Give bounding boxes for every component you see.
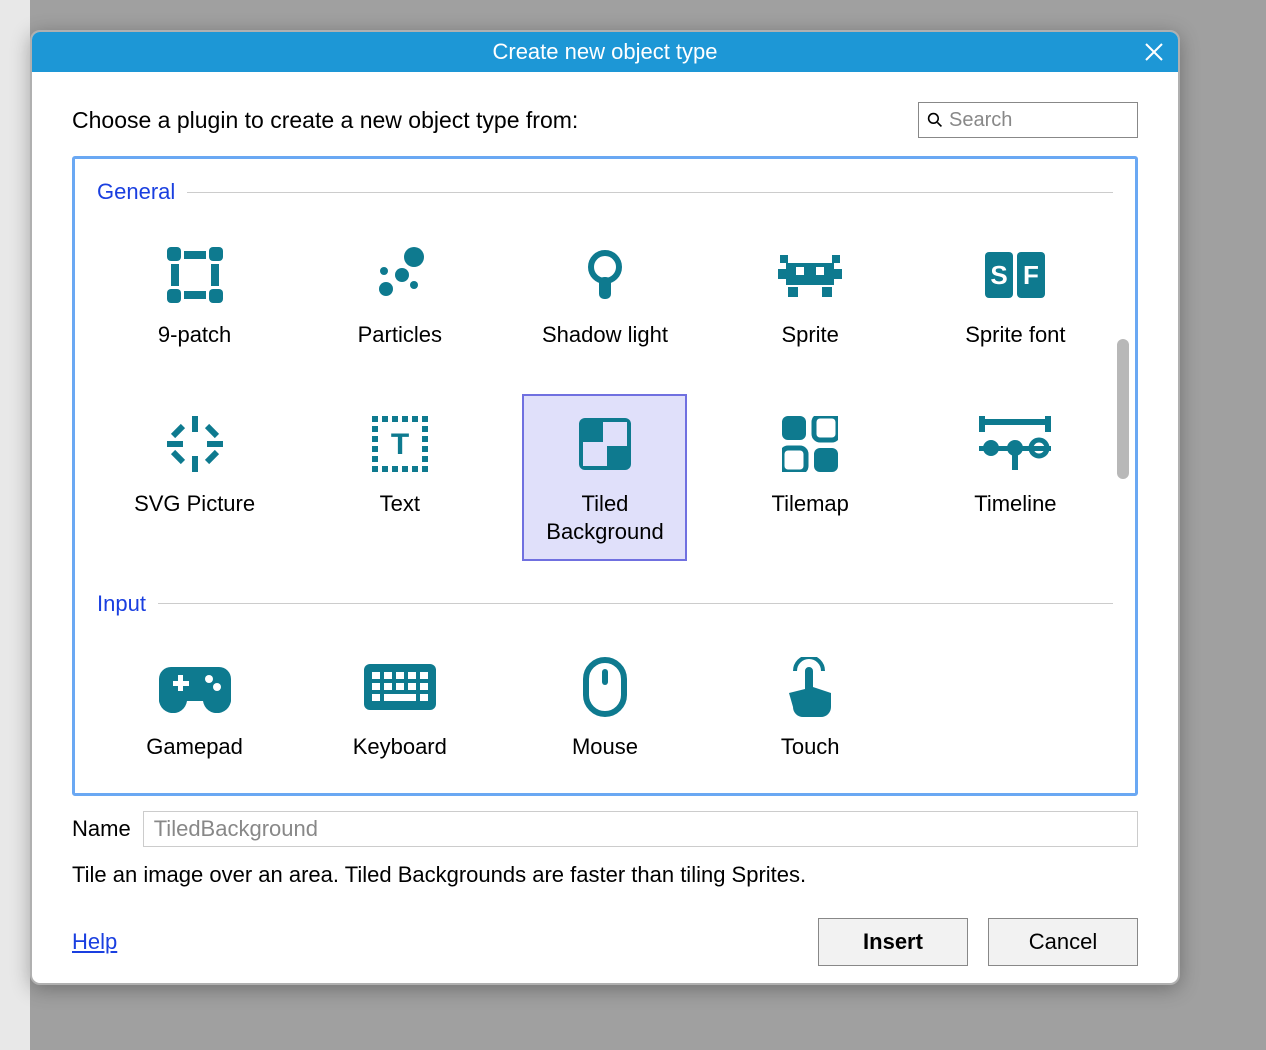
help-link[interactable]: Help (72, 929, 117, 955)
plugin-svg-picture[interactable]: SVG Picture (112, 394, 277, 561)
scrollbar[interactable] (1117, 339, 1129, 479)
plugin-description: Tile an image over an area. Tiled Backgr… (72, 862, 1138, 888)
dialog-content: Choose a plugin to create a new object t… (32, 72, 1178, 983)
search-icon (927, 111, 943, 129)
plugin-sprite[interactable]: Sprite (728, 225, 893, 364)
create-object-dialog: Create new object type Choose a plugin t… (30, 30, 1180, 985)
plugin-sprite-font[interactable]: SF Sprite font (933, 225, 1098, 364)
cancel-button[interactable]: Cancel (988, 918, 1138, 966)
shadow-light-icon (577, 247, 633, 303)
name-label: Name (72, 816, 131, 842)
dialog-title: Create new object type (492, 39, 717, 65)
insert-button[interactable]: Insert (818, 918, 968, 966)
svg-text:F: F (1023, 260, 1039, 290)
plugin-list-panel: General 9-patch Particles Shadow light (72, 156, 1138, 796)
prompt-text: Choose a plugin to create a new object t… (72, 107, 578, 134)
input-plugin-grid: Gamepad Keyboard Mouse Touch (97, 637, 1113, 776)
touch-icon (785, 657, 835, 717)
text-icon: T (372, 416, 428, 472)
sprite-icon (778, 247, 842, 303)
section-input: Input (97, 591, 1113, 617)
close-icon (1145, 43, 1163, 61)
svg-picture-icon (165, 414, 225, 474)
tilemap-icon (782, 416, 838, 472)
plugin-shadow-light[interactable]: Shadow light (522, 225, 687, 364)
sprite-font-icon: SF (985, 252, 1045, 298)
search-box[interactable] (918, 102, 1138, 138)
name-input[interactable] (143, 811, 1138, 847)
plugin-keyboard[interactable]: Keyboard (317, 637, 482, 776)
name-row: Name (72, 811, 1138, 847)
bottom-row: Help Insert Cancel (72, 918, 1138, 966)
gamepad-icon (159, 661, 231, 713)
tiled-background-icon (579, 418, 631, 470)
nine-patch-icon (167, 247, 223, 303)
plugin-mouse[interactable]: Mouse (522, 637, 687, 776)
plugin-tiled-background[interactable]: Tiled Background (522, 394, 687, 561)
timeline-icon (979, 416, 1051, 472)
plugin-9patch[interactable]: 9-patch (112, 225, 277, 364)
mouse-icon (583, 657, 627, 717)
svg-text:T: T (391, 428, 409, 461)
close-button[interactable] (1142, 40, 1166, 64)
background-strip (0, 0, 30, 1050)
dialog-titlebar: Create new object type (32, 32, 1178, 72)
search-input[interactable] (949, 109, 1129, 132)
plugin-gamepad[interactable]: Gamepad (112, 637, 277, 776)
section-general: General (97, 179, 1113, 205)
svg-text:S: S (991, 260, 1008, 290)
keyboard-icon (364, 664, 436, 710)
plugin-particles[interactable]: Particles (317, 225, 482, 364)
general-plugin-grid: 9-patch Particles Shadow light Sprite SF (97, 225, 1113, 561)
plugin-touch[interactable]: Touch (728, 637, 893, 776)
plugin-text[interactable]: T Text (317, 394, 482, 561)
plugin-timeline[interactable]: Timeline (933, 394, 1098, 561)
plugin-tilemap[interactable]: Tilemap (728, 394, 893, 561)
particles-icon (372, 247, 428, 303)
